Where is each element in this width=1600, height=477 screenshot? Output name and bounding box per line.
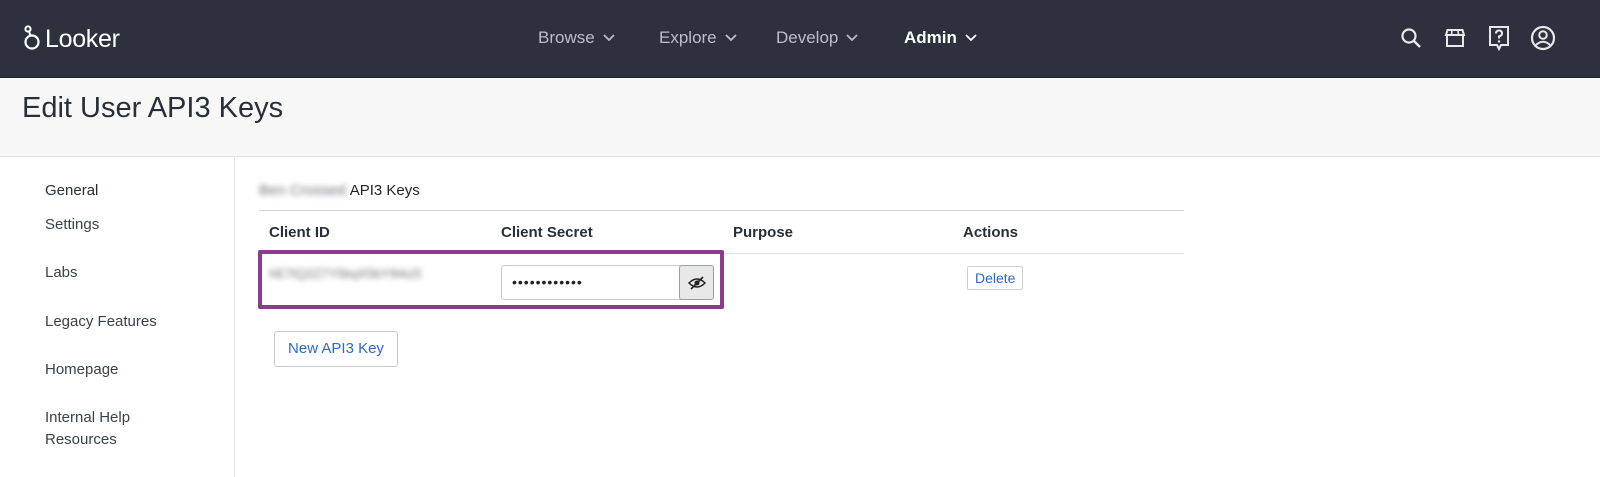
top-navigation-bar: Looker Browse Explore Develop Admin	[0, 0, 1600, 78]
section-owner-name: Ben Crossed	[259, 182, 346, 199]
top-icons	[1397, 24, 1556, 51]
search-icon[interactable]	[1397, 24, 1424, 51]
nav-admin[interactable]: Admin	[904, 28, 977, 48]
chevron-down-icon	[725, 34, 737, 42]
section-title: Ben Crossed API3 Keys	[259, 182, 420, 199]
sidebar-item-labs[interactable]: Labs	[45, 262, 78, 284]
page-title: Edit User API3 Keys	[22, 92, 284, 124]
eye-slash-icon	[687, 275, 706, 290]
account-icon[interactable]	[1529, 24, 1556, 51]
chevron-down-icon	[965, 34, 977, 42]
page-header: Edit User API3 Keys	[0, 78, 1600, 157]
client-secret-field[interactable]: ••••••••••••	[501, 265, 681, 300]
sidebar-item-settings[interactable]: Settings	[45, 214, 99, 236]
toggle-secret-visibility-button[interactable]	[679, 265, 714, 300]
marketplace-icon[interactable]	[1441, 24, 1468, 51]
nav-browse[interactable]: Browse	[538, 28, 615, 48]
delete-key-button[interactable]: Delete	[967, 266, 1024, 290]
help-icon[interactable]	[1485, 24, 1512, 51]
sidebar: General Settings Labs Legacy Features Ho…	[0, 158, 235, 477]
column-header-client-id: Client ID	[269, 224, 330, 241]
nav-explore-label: Explore	[659, 28, 717, 47]
section-title-label: API3 Keys	[349, 182, 420, 199]
nav-develop-label: Develop	[776, 28, 839, 47]
new-api3-key-button[interactable]: New API3 Key	[274, 331, 398, 367]
client-id-value: hE7tQ2Z7Y5kqX5bY9rkz5	[269, 266, 422, 281]
chevron-down-icon	[846, 34, 859, 42]
sidebar-item-homepage[interactable]: Homepage	[45, 359, 118, 381]
sidebar-item-general[interactable]: General	[45, 180, 98, 202]
sidebar-item-legacy-features[interactable]: Legacy Features	[45, 311, 157, 333]
main-nav: Browse Explore Develop Admin	[0, 0, 1600, 78]
column-header-client-secret: Client Secret	[501, 224, 593, 241]
nav-explore[interactable]: Explore	[659, 28, 737, 48]
table-header: Client ID Client Secret Purpose Actions	[259, 210, 1184, 254]
column-header-purpose: Purpose	[733, 224, 794, 241]
nav-browse-label: Browse	[538, 28, 595, 47]
nav-admin-label: Admin	[904, 28, 957, 47]
chevron-down-icon	[603, 34, 615, 42]
sidebar-item-internal-help-resources[interactable]: Internal Help Resources	[45, 407, 165, 451]
nav-develop[interactable]: Develop	[776, 28, 859, 48]
column-header-actions: Actions	[963, 224, 1019, 241]
